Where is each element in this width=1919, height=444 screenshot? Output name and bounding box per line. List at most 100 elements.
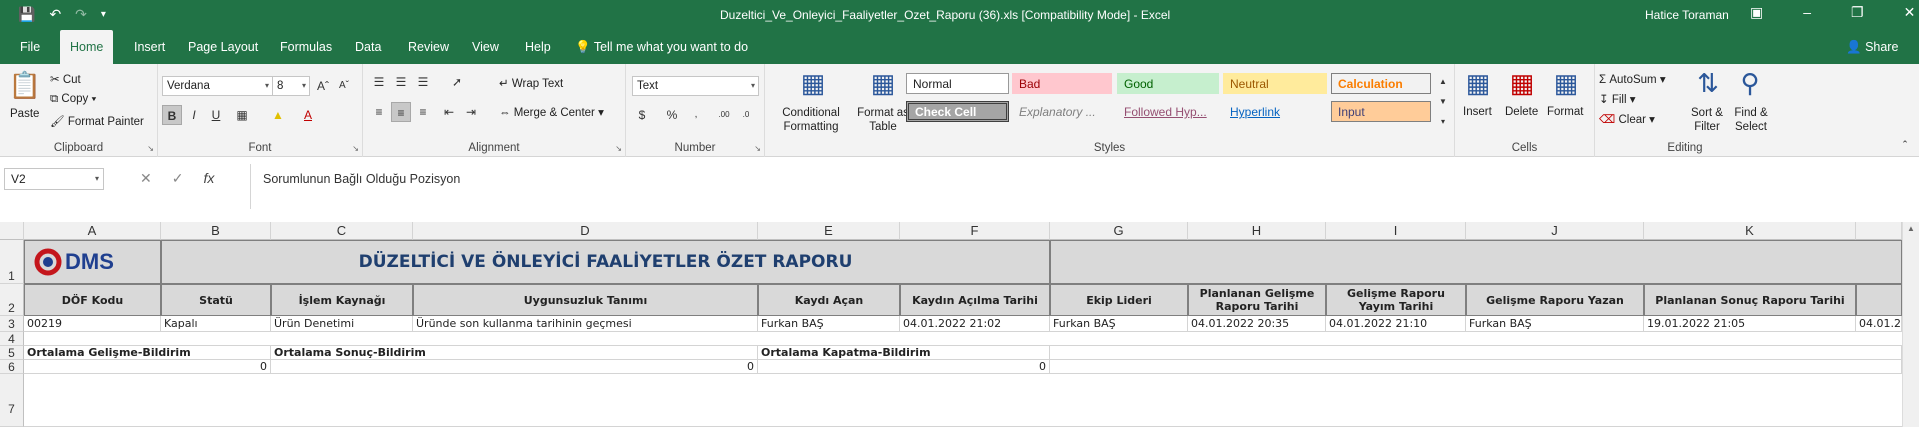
decrease-decimal-icon[interactable]: .0 [736, 105, 756, 125]
grow-font-icon[interactable]: Aˆ [313, 76, 333, 96]
percent-icon[interactable]: % [662, 105, 682, 125]
decrease-indent-icon[interactable]: ⇤ [439, 102, 459, 122]
tab-insert[interactable]: Insert [124, 30, 175, 64]
share-button[interactable]: 👤 Share [1846, 30, 1898, 64]
column-header-j[interactable]: J [1466, 222, 1644, 240]
column-header-g[interactable]: G [1050, 222, 1188, 240]
autosum-button[interactable]: Σ AutoSum ▾ [1599, 72, 1666, 86]
insert-function-icon[interactable]: fx [203, 170, 214, 187]
column-header-a[interactable]: A [24, 222, 161, 240]
sort-filter-icon[interactable]: ⇅ [1691, 68, 1725, 99]
comma-style-icon[interactable]: , [686, 105, 706, 125]
conditional-formatting-button[interactable]: Conditional Formatting [771, 106, 851, 134]
shrink-font-icon[interactable]: Aˇ [334, 76, 354, 96]
row-header-4[interactable]: 4 [0, 332, 24, 346]
cell-g3[interactable]: Furkan BAŞ [1050, 316, 1188, 332]
wrap-text-button[interactable]: ↵ Wrap Text [499, 76, 563, 90]
vertical-scrollbar[interactable]: ▲ [1902, 222, 1919, 427]
formula-input[interactable]: Sorumlunun Bağlı Olduğu Pozisyon [250, 164, 1900, 209]
clipboard-launcher-icon[interactable]: ↘ [147, 144, 154, 153]
minimize-icon[interactable]: – [1803, 4, 1811, 21]
column-header-d[interactable]: D [413, 222, 758, 240]
tab-help[interactable]: Help [515, 30, 561, 64]
orientation-icon[interactable]: ➚ [447, 72, 467, 92]
cell-j3[interactable]: Furkan BAŞ [1466, 316, 1644, 332]
format-cells-icon[interactable]: ▦ [1549, 68, 1583, 99]
increase-indent-icon[interactable]: ⇥ [461, 102, 481, 122]
bold-button[interactable]: B [162, 105, 182, 125]
ribbon-display-icon[interactable]: ▣ [1750, 4, 1763, 21]
styles-scroll-down-icon[interactable]: ▼ [1433, 92, 1453, 112]
borders-icon[interactable]: ▦ [232, 105, 252, 125]
font-size-select[interactable]: 8 ▾ [272, 76, 310, 96]
font-launcher-icon[interactable]: ↘ [352, 144, 359, 153]
scroll-up-icon[interactable]: ▲ [1903, 224, 1919, 233]
delete-cells-button[interactable]: Delete [1505, 106, 1538, 118]
tab-home[interactable]: Home [60, 30, 114, 64]
column-header-e[interactable]: E [758, 222, 900, 240]
cancel-icon[interactable]: ✕ [140, 170, 152, 187]
style-hyperlink[interactable]: Hyperlink [1223, 101, 1327, 122]
row-header-7[interactable]: 7 [0, 374, 24, 427]
font-name-select[interactable]: Verdana ▾ [162, 76, 273, 96]
close-icon[interactable]: ✕ [1904, 4, 1916, 21]
insert-cells-button[interactable]: Insert [1463, 106, 1492, 118]
insert-cells-icon[interactable]: ▦ [1461, 68, 1495, 99]
format-painter-button[interactable]: 🖌 Format Painter [50, 114, 144, 128]
row-header-1[interactable]: 1 [0, 240, 24, 284]
customize-qat-icon[interactable]: ▾ [101, 9, 106, 20]
tab-view[interactable]: View [462, 30, 509, 64]
align-middle-icon[interactable]: ☰ [391, 72, 411, 92]
row-header-2[interactable]: 2 [0, 284, 24, 316]
column-header-l[interactable] [1856, 222, 1902, 240]
column-header-b[interactable]: B [161, 222, 271, 240]
find-select-button[interactable]: Find & Select [1729, 106, 1773, 134]
align-top-icon[interactable]: ☰ [369, 72, 389, 92]
restore-icon[interactable]: ❐ [1851, 4, 1864, 21]
underline-button[interactable]: U [206, 105, 226, 125]
align-bottom-icon[interactable]: ☰ [413, 72, 433, 92]
cell-l3[interactable]: 04.01.2 [1856, 316, 1902, 332]
style-normal[interactable]: Normal [906, 73, 1009, 94]
select-all-corner[interactable] [0, 222, 24, 240]
styles-scroll-up-icon[interactable]: ▲ [1433, 72, 1453, 92]
redo-icon[interactable]: ↷ [75, 6, 87, 23]
align-right-icon[interactable]: ≡ [413, 102, 433, 122]
tell-me-search[interactable]: 💡 Tell me what you want to do [575, 30, 748, 64]
cell-k3[interactable]: 19.01.2022 21:05 [1644, 316, 1856, 332]
clear-button[interactable]: ⌫ Clear ▾ [1599, 112, 1655, 126]
alignment-launcher-icon[interactable]: ↘ [615, 144, 622, 153]
collapse-ribbon-icon[interactable]: ⌃ [1895, 134, 1915, 154]
paste-icon[interactable]: 📋 [8, 70, 42, 101]
tab-data[interactable]: Data [345, 30, 391, 64]
align-left-icon[interactable]: ≡ [369, 102, 389, 122]
style-followed-hyperlink[interactable]: Followed Hyp... [1117, 101, 1219, 122]
increase-decimal-icon[interactable]: .00 [714, 105, 734, 125]
merge-center-button[interactable]: ⇔ Merge & Center ▾ [499, 105, 604, 119]
number-launcher-icon[interactable]: ↘ [754, 144, 761, 153]
format-cells-button[interactable]: Format [1547, 106, 1583, 118]
sort-filter-button[interactable]: Sort & Filter [1687, 106, 1727, 134]
cell-d6[interactable]: 0 [271, 360, 758, 374]
cell-h3[interactable]: 04.01.2022 20:35 [1188, 316, 1326, 332]
cell-d3[interactable]: Üründe son kullanma tarihinin geçmesi [413, 316, 758, 332]
fill-button[interactable]: ↧ Fill ▾ [1599, 92, 1636, 106]
currency-icon[interactable]: $ [632, 105, 652, 125]
styles-more-icon[interactable]: ▾ [1433, 112, 1453, 132]
row-5-rest[interactable] [1050, 346, 1902, 360]
style-good[interactable]: Good [1117, 73, 1219, 94]
copy-button[interactable]: ⧉ Copy ▾ [50, 93, 96, 106]
format-as-table-icon[interactable]: ▦ [863, 68, 903, 99]
style-calculation[interactable]: Calculation [1331, 73, 1431, 94]
row-header-5[interactable]: 5 [0, 346, 24, 360]
cell-a5[interactable]: Ortalama Gelişme-Bildirim [24, 346, 271, 360]
cut-button[interactable]: ✂ Cut [50, 72, 81, 86]
user-name[interactable]: Hatice Toraman [1645, 8, 1729, 22]
style-bad[interactable]: Bad [1012, 73, 1112, 94]
row-header-6[interactable]: 6 [0, 360, 24, 374]
cell-b6[interactable]: 0 [24, 360, 271, 374]
enter-icon[interactable]: ✓ [172, 170, 184, 187]
find-select-icon[interactable]: ⚲ [1733, 68, 1767, 99]
format-as-table-button[interactable]: Format as Table [857, 106, 909, 134]
style-check-cell[interactable]: Check Cell [906, 101, 1009, 122]
